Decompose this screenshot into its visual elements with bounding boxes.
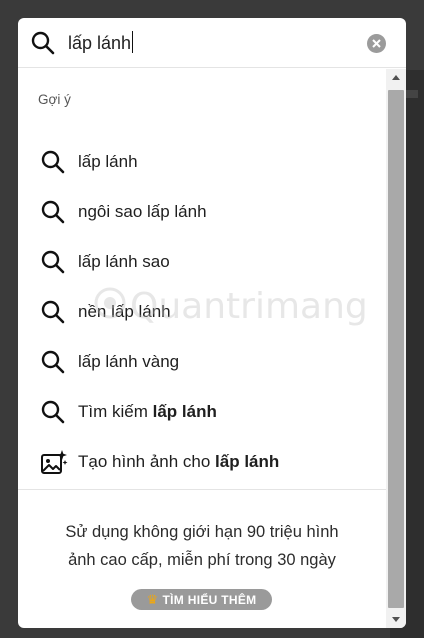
suggestion-label: nền lấp lánh bbox=[78, 302, 171, 321]
search-for-label: Tìm kiếm lấp lánh bbox=[78, 402, 217, 422]
suggestion-label: ngôi sao lấp lánh bbox=[78, 202, 207, 221]
suggestion-item[interactable]: ngôi sao lấp lánh bbox=[18, 187, 386, 237]
text-caret bbox=[132, 31, 134, 53]
search-icon bbox=[40, 299, 66, 325]
suggestion-label: lấp lánh bbox=[78, 152, 138, 171]
search-icon bbox=[40, 149, 66, 175]
learn-more-label: TÌM HIỂU THÊM bbox=[162, 592, 257, 607]
close-circle-icon bbox=[372, 39, 381, 48]
image-sparkle-icon bbox=[40, 449, 68, 475]
search-for-prefix: Tìm kiếm bbox=[78, 402, 153, 421]
search-for-item[interactable]: Tìm kiếm lấp lánh bbox=[18, 387, 386, 437]
search-input[interactable]: lấp lánh bbox=[68, 31, 134, 54]
scroll-thumb[interactable] bbox=[388, 90, 404, 608]
suggestion-list: Gợi ý lấp lánh ngôi sao lấp lánh lấp lán… bbox=[18, 69, 386, 489]
scrollbar[interactable] bbox=[386, 69, 406, 628]
generate-term: lấp lánh bbox=[215, 452, 280, 471]
suggestion-item[interactable]: lấp lánh bbox=[18, 137, 386, 187]
generate-image-item[interactable]: Tạo hình ảnh cho lấp lánh bbox=[18, 437, 386, 487]
scroll-down-arrow-icon[interactable] bbox=[386, 610, 406, 628]
search-icon bbox=[40, 399, 66, 425]
search-for-term: lấp lánh bbox=[152, 402, 217, 421]
clear-search-button[interactable] bbox=[367, 34, 386, 53]
search-query-text: lấp lánh bbox=[68, 33, 132, 53]
generate-image-label: Tạo hình ảnh cho lấp lánh bbox=[78, 452, 279, 472]
scroll-up-arrow-icon[interactable] bbox=[386, 69, 406, 87]
search-icon bbox=[30, 30, 56, 56]
suggestion-label: lấp lánh vàng bbox=[78, 352, 180, 371]
learn-more-button[interactable]: ♛ TÌM HIỂU THÊM bbox=[131, 589, 272, 610]
promo-text-line2: ảnh cao cấp, miễn phí trong 30 ngày bbox=[68, 551, 336, 569]
suggestion-label: lấp lánh sao bbox=[78, 252, 170, 271]
search-icon bbox=[40, 249, 66, 275]
promo-text-line1: Sử dụng không giới hạn 90 triệu hình bbox=[65, 523, 339, 541]
crown-icon: ♛ bbox=[146, 591, 159, 607]
promo-section: Sử dụng không giới hạn 90 triệu hình ảnh… bbox=[18, 490, 386, 628]
generate-prefix: Tạo hình ảnh cho bbox=[78, 452, 216, 471]
search-dropdown-panel: lấp lánh Gợi ý lấp lánh ngôi sao lấp lán… bbox=[18, 18, 406, 628]
search-bar: lấp lánh bbox=[18, 18, 406, 68]
suggestion-item[interactable]: lấp lánh sao bbox=[18, 237, 386, 287]
search-icon bbox=[40, 349, 66, 375]
suggestions-heading: Gợi ý bbox=[38, 92, 71, 107]
suggestion-item[interactable]: nền lấp lánh bbox=[18, 287, 386, 337]
suggestion-item[interactable]: lấp lánh vàng bbox=[18, 337, 386, 387]
search-icon bbox=[40, 199, 66, 225]
